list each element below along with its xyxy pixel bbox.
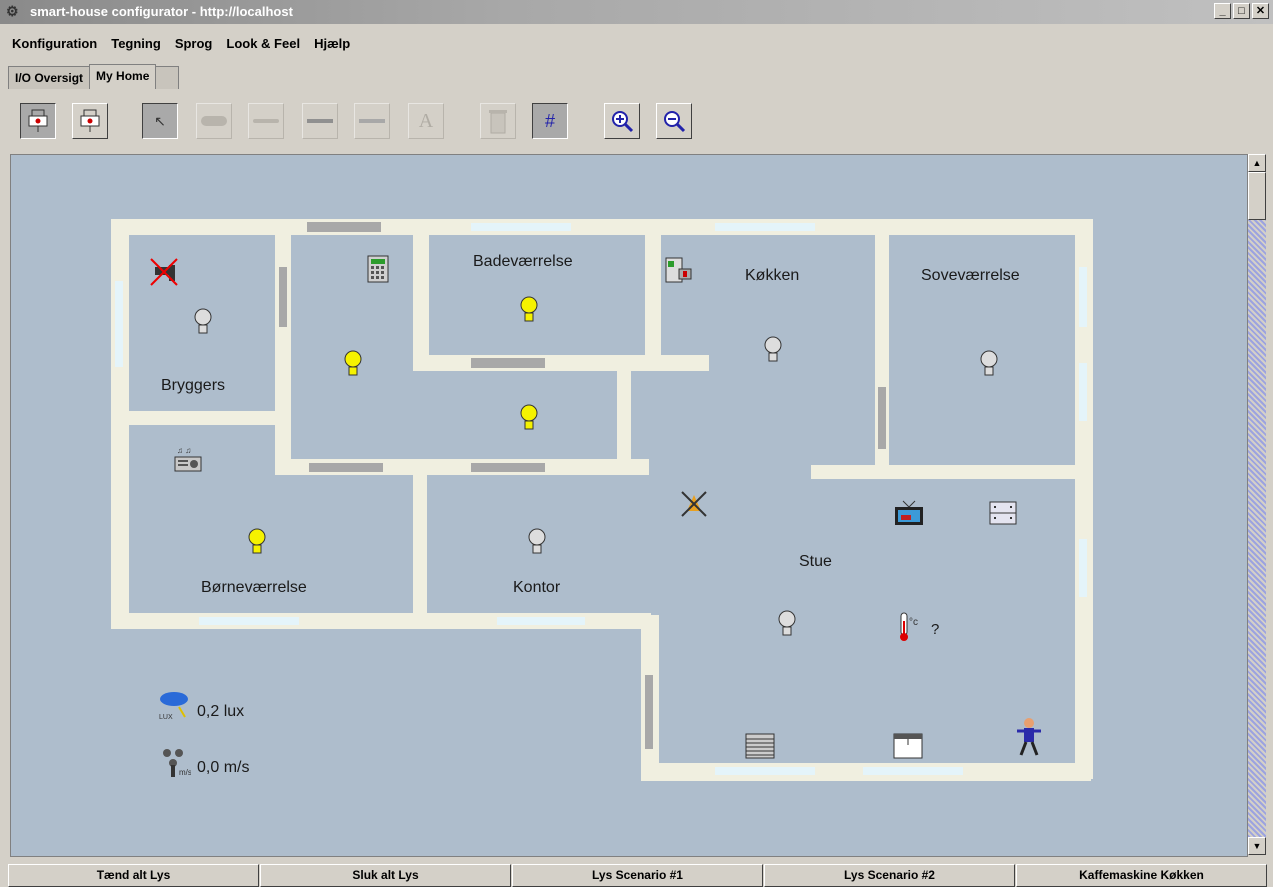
scroll-down-button[interactable]: ▼: [1248, 837, 1266, 855]
window-sensor-icon[interactable]: [893, 733, 923, 759]
grid-toggle-button[interactable]: #: [532, 103, 568, 139]
svg-text:♫ ♫: ♫ ♫: [177, 446, 191, 455]
menu-sprog[interactable]: Sprog: [175, 36, 213, 58]
wall-tool-button[interactable]: [302, 103, 338, 139]
toolbar: ↖ A #: [0, 95, 1273, 151]
room-label-bryggers[interactable]: Bryggers: [161, 377, 225, 395]
light-bulb-on-icon[interactable]: [519, 403, 539, 435]
thermometer-icon[interactable]: °c: [895, 611, 921, 643]
window-title: smart-house configurator - http://localh…: [30, 4, 293, 19]
zoom-in-icon: [612, 111, 634, 133]
temperature-value: ?: [931, 621, 940, 638]
turn-off-all-lights-button[interactable]: Sluk alt Lys: [260, 864, 511, 887]
radio-icon[interactable]: ♫ ♫: [173, 445, 203, 473]
svg-text:°c: °c: [909, 617, 918, 628]
app-icon: ⚙: [6, 3, 19, 19]
light-bulb-off-icon[interactable]: [979, 349, 999, 381]
water-tap-disabled-icon[interactable]: [149, 257, 179, 287]
trash-icon: [489, 110, 507, 134]
menu-tegning[interactable]: Tegning: [111, 36, 161, 58]
room-label-stue[interactable]: Stue: [799, 553, 832, 571]
door-tool-button[interactable]: [354, 103, 390, 139]
menu-bar: Konfiguration Tegning Sprog Look & Feel …: [0, 36, 350, 58]
room-label-badevaerelse[interactable]: Badeværrelse: [473, 253, 573, 271]
minimize-button[interactable]: _: [1214, 3, 1231, 19]
wind-sensor-value: 0,0 m/s: [197, 759, 250, 776]
light-bulb-off-icon[interactable]: [527, 527, 547, 559]
tab-io-oversigt[interactable]: I/O Oversigt: [8, 66, 91, 89]
scroll-thumb[interactable]: [1248, 172, 1266, 220]
vertical-scrollbar[interactable]: ▲ ▼: [1248, 154, 1266, 855]
room-label-bornevaerelse[interactable]: Børneværrelse: [201, 579, 307, 597]
menu-look-and-feel[interactable]: Look & Feel: [226, 36, 300, 58]
coffee-machine-icon[interactable]: [665, 257, 693, 283]
select-tool-button[interactable]: ↖: [142, 103, 178, 139]
light-bulb-off-icon[interactable]: [193, 307, 213, 339]
device-plug-outline-icon: [80, 109, 100, 132]
floorplan-walls: [111, 219, 1093, 781]
room-label-kokken[interactable]: Køkken: [745, 267, 799, 285]
delete-tool-button[interactable]: [480, 103, 516, 139]
light-bulb-on-icon[interactable]: [343, 349, 363, 381]
shutter-icon[interactable]: [745, 733, 775, 759]
svg-text:LUX: LUX: [159, 714, 173, 721]
tab-my-home[interactable]: My Home: [89, 64, 157, 89]
turn-on-all-lights-button[interactable]: Tænd alt Lys: [8, 864, 259, 887]
room-label-kontor[interactable]: Kontor: [513, 579, 560, 597]
wall-icon: [307, 119, 333, 123]
close-button[interactable]: ✕: [1252, 3, 1269, 19]
thin-wall-icon: [253, 119, 279, 123]
light-scenario-2-button[interactable]: Lys Scenario #2: [764, 864, 1015, 887]
scroll-up-button[interactable]: ▲: [1248, 154, 1266, 172]
menu-hjaelp[interactable]: Hjælp: [314, 36, 350, 58]
title-bar: ⚙ smart-house configurator - http://loca…: [0, 0, 1273, 24]
light-scenario-1-button[interactable]: Lys Scenario #1: [512, 864, 763, 887]
light-bulb-on-icon[interactable]: [247, 527, 267, 559]
window-blind-icon[interactable]: [989, 501, 1017, 525]
zoom-out-icon: [664, 111, 686, 133]
scenario-button-bar: Tænd alt Lys Sluk alt Lys Lys Scenario #…: [8, 864, 1268, 887]
scroll-track[interactable]: [1248, 220, 1266, 837]
pointer-arrow-icon: ↖: [154, 112, 166, 129]
tab-bar: I/O Oversigt My Home: [8, 64, 180, 90]
light-bulb-off-icon[interactable]: [763, 335, 783, 367]
coffee-machine-kitchen-button[interactable]: Kaffemaskine Køkken: [1016, 864, 1267, 887]
svg-text:m/s: m/s: [179, 768, 191, 777]
television-icon[interactable]: [893, 499, 925, 527]
door-icon: [359, 119, 385, 123]
tab-spacer: [155, 66, 180, 89]
fireplace-disabled-icon[interactable]: [679, 489, 709, 519]
text-a-icon: A: [418, 109, 434, 132]
grid-hash-icon: #: [544, 110, 555, 131]
room-label-sovevaerelse[interactable]: Soveværrelse: [921, 267, 1020, 285]
light-sensor-value: 0,2 lux: [197, 703, 245, 720]
maximize-button[interactable]: □: [1233, 3, 1250, 19]
device-active-tool-button[interactable]: [20, 103, 56, 139]
thin-wall-tool-button[interactable]: [248, 103, 284, 139]
light-bulb-off-icon[interactable]: [777, 609, 797, 641]
rounded-wall-tool-button[interactable]: [196, 103, 232, 139]
zoom-out-button[interactable]: [656, 103, 692, 139]
device-plug-icon: [28, 109, 48, 132]
text-tool-button[interactable]: A: [408, 103, 444, 139]
calculator-icon[interactable]: [367, 255, 389, 283]
menu-konfiguration[interactable]: Konfiguration: [12, 36, 97, 58]
person-presence-icon[interactable]: [1015, 717, 1043, 757]
floorplan-canvas[interactable]: Bryggers Badeværrelse Køkken Soveværrels…: [10, 154, 1248, 857]
zoom-in-button[interactable]: [604, 103, 640, 139]
device-inactive-tool-button[interactable]: [72, 103, 108, 139]
light-bulb-on-icon[interactable]: [519, 295, 539, 327]
light-sensor-icon[interactable]: LUX: [157, 689, 191, 721]
rounded-wall-icon: [201, 116, 227, 126]
wind-sensor-icon[interactable]: m/s: [157, 747, 191, 779]
